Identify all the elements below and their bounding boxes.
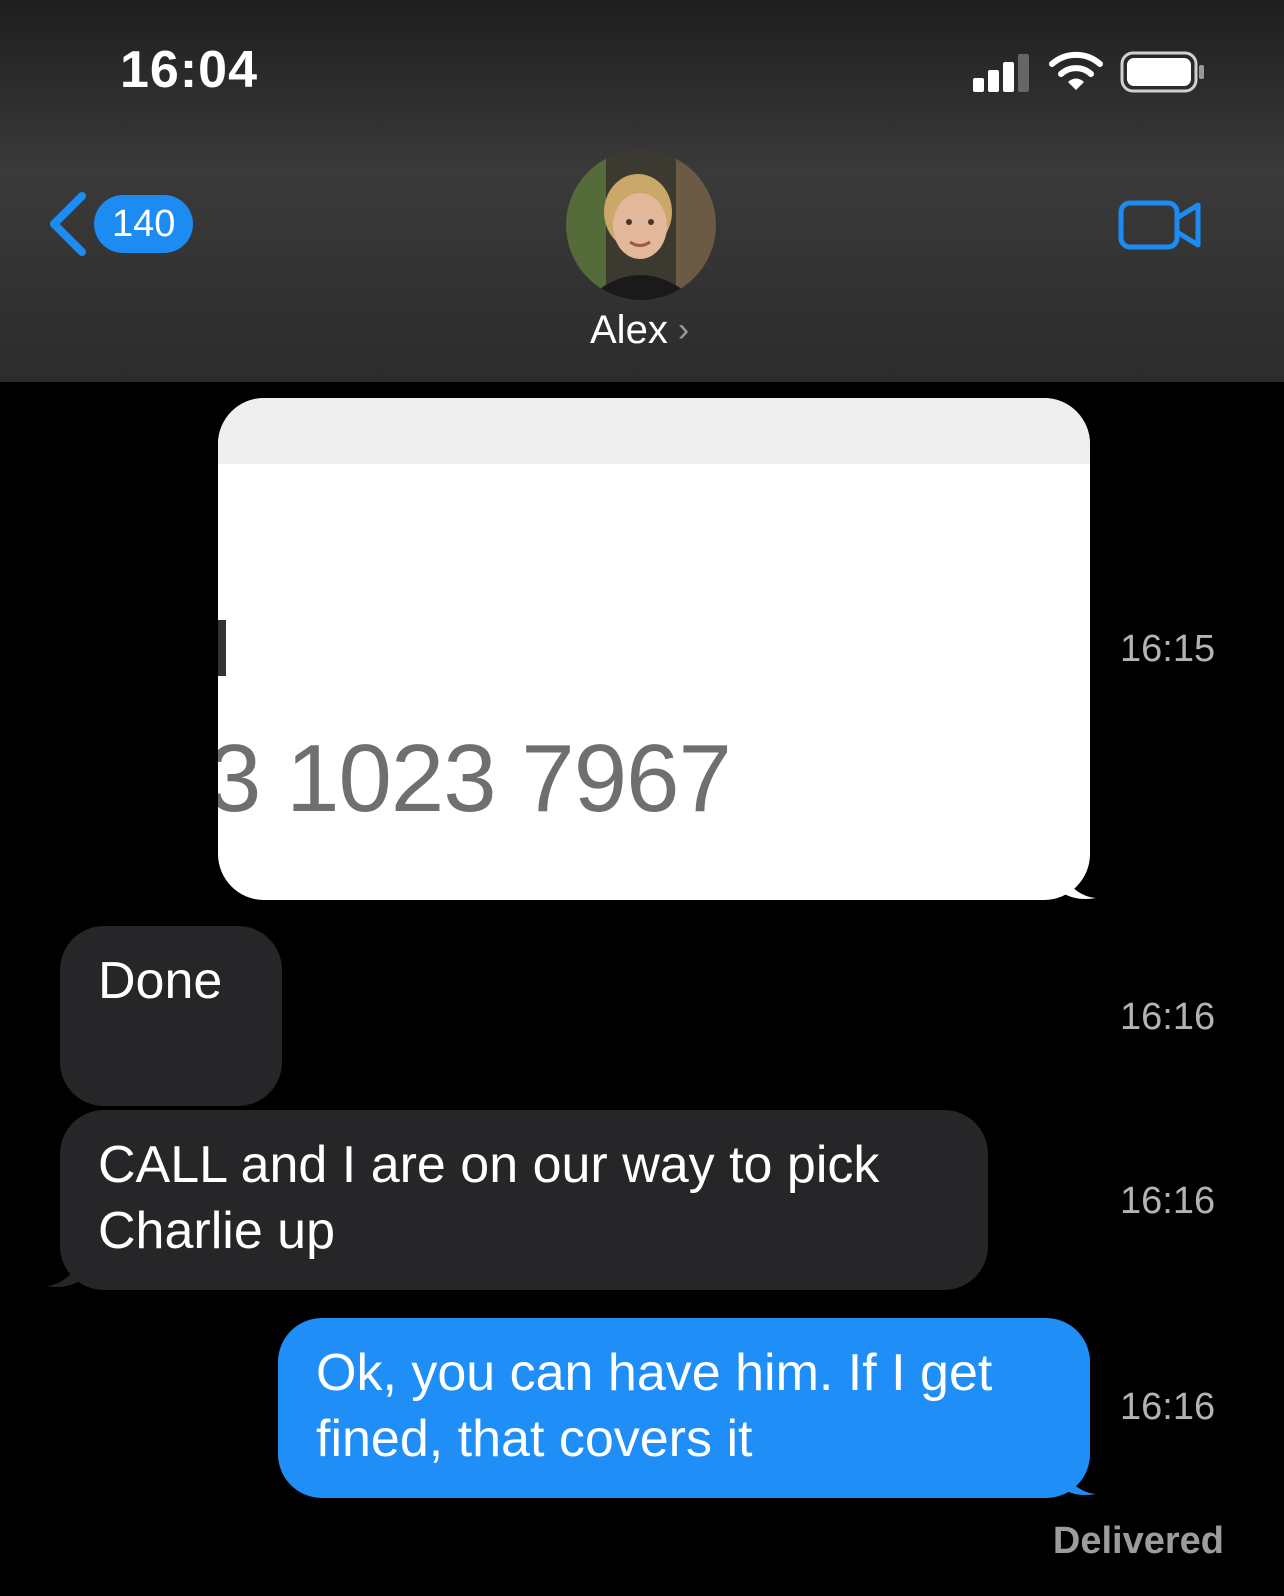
received-message[interactable]: Done (60, 926, 282, 1106)
wifi-icon (1049, 51, 1103, 90)
delivery-status: Delivered (1052, 1520, 1224, 1562)
message-image: 3 1023 7967 (218, 398, 1090, 900)
back-button[interactable]: 140 (46, 192, 194, 256)
bubble-tail (1058, 866, 1096, 899)
image-text-fragment (218, 620, 226, 676)
chevron-left-icon (50, 192, 86, 256)
contact-name: Alex (590, 308, 668, 352)
message-timestamp: 16:15 (1120, 628, 1216, 670)
bubble-tail (1058, 1462, 1096, 1495)
cellular-signal-icon (973, 54, 1031, 92)
bubble-tail (46, 1254, 84, 1287)
contact-avatar[interactable] (566, 150, 716, 300)
battery-icon (1120, 51, 1204, 93)
video-call-icon[interactable] (1118, 198, 1202, 252)
image-phone-number-text: 3 1023 7967 (218, 725, 732, 832)
message-timestamp: 16:16 (1120, 1180, 1216, 1222)
image-top-band (218, 398, 1090, 464)
conversation-header: 16:04 140 Alex › (0, 0, 1284, 382)
received-message[interactable]: CALL and I are on our way to pick Charli… (60, 1110, 988, 1290)
chevron-right-icon: › (677, 311, 690, 349)
message-text: CALL and I are on our way to pick Charli… (98, 1136, 880, 1260)
message-text: Ok, you can have him. If I get fined, th… (316, 1344, 993, 1468)
image-message[interactable]: 3 1023 7967 (218, 398, 1096, 900)
sent-message[interactable]: Ok, you can have him. If I get fined, th… (278, 1318, 1090, 1498)
contact-name-button[interactable]: Alex › (590, 308, 689, 353)
unread-count-badge: 140 (94, 195, 194, 253)
avatar-photo (566, 150, 716, 300)
status-time: 16:04 (120, 41, 258, 99)
message-timestamp: 16:16 (1120, 996, 1216, 1038)
message-timestamp: 16:16 (1120, 1386, 1216, 1428)
message-text: Done (98, 952, 223, 1010)
